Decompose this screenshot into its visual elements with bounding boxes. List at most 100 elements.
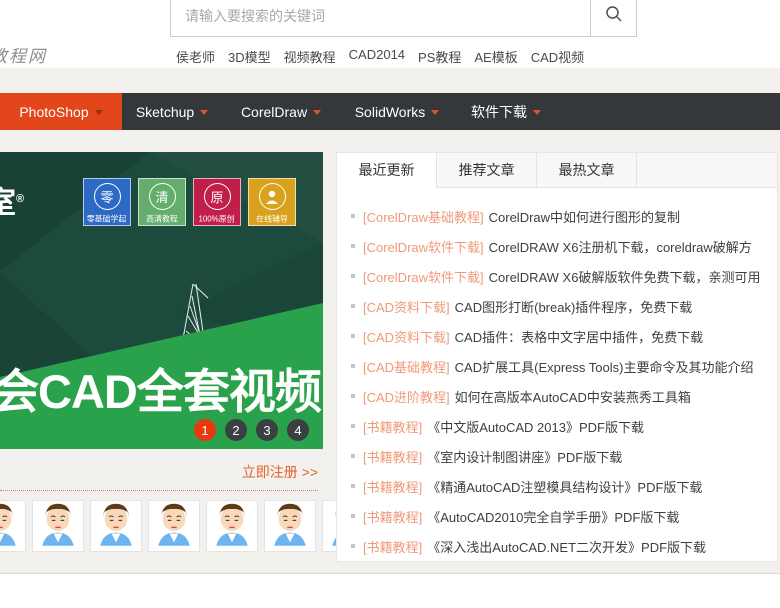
article-category: [书籍教程]: [363, 419, 423, 435]
article-title: 《精通AutoCAD注塑模具结构设计》PDF版下载: [427, 479, 703, 495]
article-row-7[interactable]: [书籍教程] 《中文版AutoCAD 2013》PDF版下载: [351, 411, 763, 441]
avatar-face-icon: [37, 501, 79, 551]
avatar[interactable]: [264, 500, 316, 552]
article-category: [书籍教程]: [363, 449, 423, 465]
badge-label: 100%原创: [198, 214, 236, 224]
bullet-icon: [351, 544, 355, 548]
badge-label: 零基础学起: [87, 214, 127, 224]
nav-item-label: CorelDraw: [240, 103, 308, 120]
article-category: [CAD资料下载]: [363, 329, 450, 345]
nav-item-label: PhotoShop: [19, 103, 89, 120]
article-row-1[interactable]: [CorelDraw软件下载] CorelDRAW X6注册机下载，coreldr…: [351, 231, 763, 261]
article-category: [书籍教程]: [363, 509, 423, 525]
article-category: [书籍教程]: [363, 539, 423, 555]
nav-item-label: 软件下载: [471, 103, 527, 120]
bullet-icon: [351, 424, 355, 428]
article-title: CAD扩展工具(Express Tools)主要命令及其功能介绍: [454, 359, 754, 375]
article-row-9[interactable]: [书籍教程] 《精通AutoCAD注塑模具结构设计》PDF版下载: [351, 471, 763, 501]
tutor-person-icon: [258, 183, 286, 210]
bullet-icon: [351, 394, 355, 398]
bullet-icon: [351, 484, 355, 488]
article-row-11[interactable]: [书籍教程] 《深入浅出AutoCAD.NET二次开发》PDF版下载: [351, 531, 763, 561]
articles-panel: 最近更新 推荐文章 最热文章 [CorelDraw基础教程] CorelDraw中如何…: [336, 152, 778, 562]
site-logo[interactable]: 教程网: [0, 42, 47, 67]
carousel-dot-1[interactable]: 1: [194, 419, 216, 441]
article-row-10[interactable]: [书籍教程] 《AutoCAD2010完全自学手册》PDF版下载: [351, 501, 763, 531]
nav-item-0[interactable]: PhotoShop: [0, 93, 122, 130]
article-title: 《AutoCAD2010完全自学手册》PDF版下载: [427, 509, 680, 525]
banner-badge-2: 原 100%原创: [193, 178, 241, 226]
chevron-down-icon: [94, 110, 103, 115]
nav-item-4[interactable]: 软件下载: [454, 93, 558, 130]
article-category: [CAD进阶教程]: [363, 389, 450, 405]
tab-1[interactable]: 推荐文章: [437, 153, 537, 187]
article-list: [CorelDraw基础教程] CorelDraw中如何进行图形的复制 [Corel…: [337, 188, 777, 561]
register-link[interactable]: 立即注册 >>: [0, 462, 318, 482]
avatar-face-icon: [269, 501, 311, 551]
quick-link-3[interactable]: CAD2014: [349, 47, 405, 66]
bullet-icon: [351, 214, 355, 218]
tab-2[interactable]: 最热文章: [537, 153, 637, 187]
article-title: 如何在高版本AutoCAD中安装燕秀工具箱: [454, 389, 691, 405]
bullet-icon: [351, 244, 355, 248]
nav-item-label: Sketchup: [135, 103, 195, 120]
badge-label: 高清教程: [146, 214, 178, 224]
banner-headline: 会CAD全套视频: [0, 365, 322, 418]
chevron-down-icon: [431, 110, 440, 115]
dotted-separator: [0, 490, 318, 491]
avatar-face-icon: [95, 501, 137, 551]
nav-item-label: SolidWorks: [354, 103, 426, 120]
avatar-face-icon: [153, 501, 195, 551]
chevron-down-icon: [200, 110, 209, 115]
article-category: [CAD基础教程]: [363, 359, 450, 375]
bullet-icon: [351, 304, 355, 308]
carousel-dot-4[interactable]: 4: [287, 419, 309, 441]
article-row-3[interactable]: [CAD资料下载] CAD图形打断(break)插件程序，免费下载: [351, 291, 763, 321]
article-title: 《深入浅出AutoCAD.NET二次开发》PDF版下载: [427, 539, 707, 555]
article-row-2[interactable]: [CorelDraw软件下载] CorelDRAW X6破解版软件免费下载，亲测可…: [351, 261, 763, 291]
avatar[interactable]: [32, 500, 84, 552]
nav-item-3[interactable]: SolidWorks: [340, 93, 454, 130]
article-category: [CorelDraw基础教程]: [363, 209, 484, 225]
search-icon: [605, 5, 623, 26]
article-row-0[interactable]: [CorelDraw基础教程] CorelDraw中如何进行图形的复制: [351, 201, 763, 231]
article-title: 《室内设计制图讲座》PDF版下载: [427, 449, 623, 465]
articles-tabstrip: 最近更新 推荐文章 最热文章: [337, 153, 777, 188]
article-title: 《中文版AutoCAD 2013》PDF版下载: [427, 419, 644, 435]
quick-link-4[interactable]: PS教程: [418, 47, 461, 66]
article-title: CorelDRAW X6注册机下载，coreldraw破解方: [488, 239, 752, 255]
badge-label: 在线辅导: [256, 214, 288, 224]
badge-char-icon: 原: [203, 183, 231, 210]
search-button[interactable]: [591, 0, 637, 37]
member-avatars-row: [0, 500, 374, 552]
avatar[interactable]: [148, 500, 200, 552]
quick-link-1[interactable]: 3D模型: [228, 47, 271, 66]
carousel-dot-3[interactable]: 3: [256, 419, 278, 441]
nav-item-1[interactable]: Sketchup: [122, 93, 222, 130]
article-row-4[interactable]: [CAD资料下载] CAD插件：表格中文字居中插件，免费下载: [351, 321, 763, 351]
article-row-6[interactable]: [CAD进阶教程] 如何在高版本AutoCAD中安装燕秀工具箱: [351, 381, 763, 411]
nav-item-2[interactable]: CorelDraw: [222, 93, 340, 130]
bullet-icon: [351, 514, 355, 518]
carousel-dot-2[interactable]: 2: [225, 419, 247, 441]
banner-carousel[interactable]: 室® 零零基础学起清高清教程原 100%原创 在线辅导 会CAD全套视频 1234: [0, 152, 323, 449]
article-row-5[interactable]: [CAD基础教程] CAD扩展工具(Express Tools)主要命令及其功能介…: [351, 351, 763, 381]
search-input[interactable]: [170, 0, 591, 37]
quick-link-6[interactable]: CAD视频: [531, 47, 584, 66]
quick-link-5[interactable]: AE模板: [474, 47, 517, 66]
article-title: CorelDraw中如何进行图形的复制: [488, 209, 681, 225]
article-title: CAD插件：表格中文字居中插件，免费下载: [454, 329, 704, 345]
avatar[interactable]: [0, 500, 26, 552]
avatar[interactable]: [90, 500, 142, 552]
avatar[interactable]: [206, 500, 258, 552]
tab-0[interactable]: 最近更新: [337, 153, 437, 188]
bullet-icon: [351, 454, 355, 458]
avatar-face-icon: [211, 501, 253, 551]
quick-link-0[interactable]: 侯老师: [176, 47, 215, 66]
quick-link-2[interactable]: 视频教程: [284, 47, 336, 66]
banner-badge-0: 零零基础学起: [83, 178, 131, 226]
badge-char-icon: 零: [93, 183, 121, 210]
article-category: [书籍教程]: [363, 479, 423, 495]
main-nav: PhotoShop Sketchup CorelDraw SolidWorks 软件下载: [0, 93, 780, 130]
article-row-8[interactable]: [书籍教程] 《室内设计制图讲座》PDF版下载: [351, 441, 763, 471]
